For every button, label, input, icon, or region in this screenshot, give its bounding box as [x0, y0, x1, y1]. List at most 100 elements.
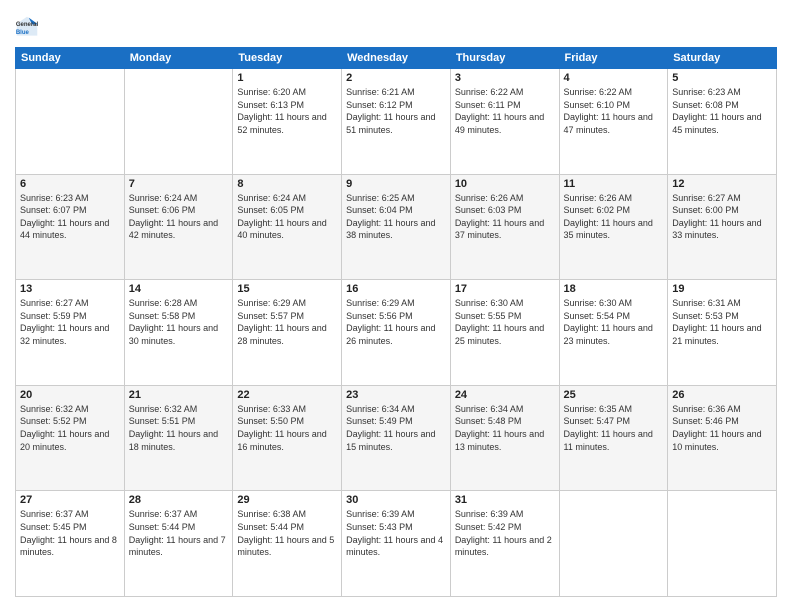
day-info: Sunrise: 6:38 AMSunset: 5:44 PMDaylight:…	[237, 508, 337, 558]
day-number: 28	[129, 494, 229, 506]
calendar-cell: 7 Sunrise: 6:24 AMSunset: 6:06 PMDaylight…	[124, 174, 233, 280]
day-number: 4	[564, 72, 664, 84]
day-number: 26	[672, 389, 772, 401]
day-info: Sunrise: 6:26 AMSunset: 6:02 PMDaylight:…	[564, 192, 664, 242]
day-number: 13	[20, 283, 120, 295]
calendar-cell: 26 Sunrise: 6:36 AMSunset: 5:46 PMDayligh…	[668, 385, 777, 491]
day-number: 2	[346, 72, 446, 84]
day-number: 18	[564, 283, 664, 295]
day-info: Sunrise: 6:21 AMSunset: 6:12 PMDaylight:…	[346, 86, 446, 136]
svg-text:General: General	[16, 22, 39, 28]
calendar-cell: 5Sunrise: 6:23 AMSunset: 6:08 PMDaylight…	[668, 69, 777, 175]
day-number: 10	[455, 178, 555, 190]
day-info: Sunrise: 6:30 AMSunset: 5:55 PMDaylight:…	[455, 297, 555, 347]
calendar-cell: 12 Sunrise: 6:27 AMSunset: 6:00 PMDayligh…	[668, 174, 777, 280]
col-sunday: Sunday	[16, 48, 125, 69]
logo: General Blue	[15, 15, 41, 39]
logo-icon: General Blue	[15, 15, 39, 39]
calendar-cell: 3 Sunrise: 6:22 AMSunset: 6:11 PMDaylight…	[450, 69, 559, 175]
calendar-cell: 28Sunrise: 6:37 AMSunset: 5:44 PMDayligh…	[124, 491, 233, 597]
day-number: 14	[129, 283, 229, 295]
calendar-cell: 29Sunrise: 6:38 AMSunset: 5:44 PMDayligh…	[233, 491, 342, 597]
day-number: 30	[346, 494, 446, 506]
day-info: Sunrise: 6:24 AMSunset: 6:06 PMDaylight:…	[129, 192, 229, 242]
day-info: Sunrise: 6:34 AMSunset: 5:48 PMDaylight:…	[455, 403, 555, 453]
calendar-cell: 10 Sunrise: 6:26 AMSunset: 6:03 PMDayligh…	[450, 174, 559, 280]
calendar-cell: 24 Sunrise: 6:34 AMSunset: 5:48 PMDayligh…	[450, 385, 559, 491]
day-info: Sunrise: 6:37 AMSunset: 5:45 PMDaylight:…	[20, 508, 120, 558]
calendar-cell: 22 Sunrise: 6:33 AMSunset: 5:50 PMDayligh…	[233, 385, 342, 491]
day-info: Sunrise: 6:29 AMSunset: 5:57 PMDaylight:…	[237, 297, 337, 347]
day-info: Sunrise: 6:26 AMSunset: 6:03 PMDaylight:…	[455, 192, 555, 242]
col-saturday: Saturday	[668, 48, 777, 69]
day-number: 23	[346, 389, 446, 401]
week-row-1: 1 Sunrise: 6:20 AMSunset: 6:13 PMDaylight…	[16, 69, 777, 175]
calendar-cell: 14 Sunrise: 6:28 AMSunset: 5:58 PMDayligh…	[124, 280, 233, 386]
week-row-3: 13 Sunrise: 6:27 AMSunset: 5:59 PMDayligh…	[16, 280, 777, 386]
day-info: Sunrise: 6:27 AMSunset: 6:00 PMDaylight:…	[672, 192, 772, 242]
day-info: Sunrise: 6:25 AMSunset: 6:04 PMDaylight:…	[346, 192, 446, 242]
day-info: Sunrise: 6:34 AMSunset: 5:49 PMDaylight:…	[346, 403, 446, 453]
day-info: Sunrise: 6:29 AMSunset: 5:56 PMDaylight:…	[346, 297, 446, 347]
day-number: 9	[346, 178, 446, 190]
day-number: 24	[455, 389, 555, 401]
calendar-cell: 16 Sunrise: 6:29 AMSunset: 5:56 PMDayligh…	[342, 280, 451, 386]
day-number: 8	[237, 178, 337, 190]
calendar-cell: 4 Sunrise: 6:22 AMSunset: 6:10 PMDaylight…	[559, 69, 668, 175]
day-number: 22	[237, 389, 337, 401]
calendar-cell	[16, 69, 125, 175]
day-info: Sunrise: 6:22 AMSunset: 6:10 PMDaylight:…	[564, 86, 664, 136]
week-row-2: 6 Sunrise: 6:23 AMSunset: 6:07 PMDaylight…	[16, 174, 777, 280]
calendar-cell: 23 Sunrise: 6:34 AMSunset: 5:49 PMDayligh…	[342, 385, 451, 491]
day-number: 12	[672, 178, 772, 190]
calendar-cell: 25 Sunrise: 6:35 AMSunset: 5:47 PMDayligh…	[559, 385, 668, 491]
day-info: Sunrise: 6:35 AMSunset: 5:47 PMDaylight:…	[564, 403, 664, 453]
day-number: 27	[20, 494, 120, 506]
calendar-cell: 30Sunrise: 6:39 AMSunset: 5:43 PMDayligh…	[342, 491, 451, 597]
day-info: Sunrise: 6:23 AMSunset: 6:08 PMDaylight:…	[672, 86, 772, 136]
day-info: Sunrise: 6:20 AMSunset: 6:13 PMDaylight:…	[237, 86, 337, 136]
col-wednesday: Wednesday	[342, 48, 451, 69]
calendar-cell: 31Sunrise: 6:39 AMSunset: 5:42 PMDayligh…	[450, 491, 559, 597]
day-info: Sunrise: 6:39 AMSunset: 5:42 PMDaylight:…	[455, 508, 555, 558]
calendar-cell: 13 Sunrise: 6:27 AMSunset: 5:59 PMDayligh…	[16, 280, 125, 386]
day-info: Sunrise: 6:30 AMSunset: 5:54 PMDaylight:…	[564, 297, 664, 347]
day-number: 7	[129, 178, 229, 190]
col-monday: Monday	[124, 48, 233, 69]
calendar-cell: 11 Sunrise: 6:26 AMSunset: 6:02 PMDayligh…	[559, 174, 668, 280]
day-number: 25	[564, 389, 664, 401]
calendar-cell: 1 Sunrise: 6:20 AMSunset: 6:13 PMDaylight…	[233, 69, 342, 175]
day-info: Sunrise: 6:22 AMSunset: 6:11 PMDaylight:…	[455, 86, 555, 136]
day-info: Sunrise: 6:31 AMSunset: 5:53 PMDaylight:…	[672, 297, 772, 347]
day-number: 17	[455, 283, 555, 295]
day-number: 16	[346, 283, 446, 295]
day-number: 3	[455, 72, 555, 84]
calendar-cell: 19Sunrise: 6:31 AMSunset: 5:53 PMDayligh…	[668, 280, 777, 386]
day-info: Sunrise: 6:36 AMSunset: 5:46 PMDaylight:…	[672, 403, 772, 453]
calendar-cell: 21 Sunrise: 6:32 AMSunset: 5:51 PMDayligh…	[124, 385, 233, 491]
calendar-cell	[668, 491, 777, 597]
header-row: Sunday Monday Tuesday Wednesday Thursday…	[16, 48, 777, 69]
day-number: 21	[129, 389, 229, 401]
calendar-cell: 18 Sunrise: 6:30 AMSunset: 5:54 PMDayligh…	[559, 280, 668, 386]
day-info: Sunrise: 6:24 AMSunset: 6:05 PMDaylight:…	[237, 192, 337, 242]
page: General Blue Sunday Monday Tuesday Wedne…	[0, 0, 792, 612]
calendar-cell: 20 Sunrise: 6:32 AMSunset: 5:52 PMDayligh…	[16, 385, 125, 491]
calendar-cell: 9 Sunrise: 6:25 AMSunset: 6:04 PMDaylight…	[342, 174, 451, 280]
day-info: Sunrise: 6:27 AMSunset: 5:59 PMDaylight:…	[20, 297, 120, 347]
day-number: 20	[20, 389, 120, 401]
day-info: Sunrise: 6:32 AMSunset: 5:52 PMDaylight:…	[20, 403, 120, 453]
col-thursday: Thursday	[450, 48, 559, 69]
calendar-cell: 15Sunrise: 6:29 AMSunset: 5:57 PMDayligh…	[233, 280, 342, 386]
day-number: 11	[564, 178, 664, 190]
calendar-cell	[124, 69, 233, 175]
day-info: Sunrise: 6:33 AMSunset: 5:50 PMDaylight:…	[237, 403, 337, 453]
day-number: 1	[237, 72, 337, 84]
day-info: Sunrise: 6:28 AMSunset: 5:58 PMDaylight:…	[129, 297, 229, 347]
calendar-cell: 8 Sunrise: 6:24 AMSunset: 6:05 PMDaylight…	[233, 174, 342, 280]
week-row-4: 20 Sunrise: 6:32 AMSunset: 5:52 PMDayligh…	[16, 385, 777, 491]
calendar-table: Sunday Monday Tuesday Wednesday Thursday…	[15, 47, 777, 597]
day-info: Sunrise: 6:32 AMSunset: 5:51 PMDaylight:…	[129, 403, 229, 453]
day-number: 6	[20, 178, 120, 190]
day-info: Sunrise: 6:23 AMSunset: 6:07 PMDaylight:…	[20, 192, 120, 242]
